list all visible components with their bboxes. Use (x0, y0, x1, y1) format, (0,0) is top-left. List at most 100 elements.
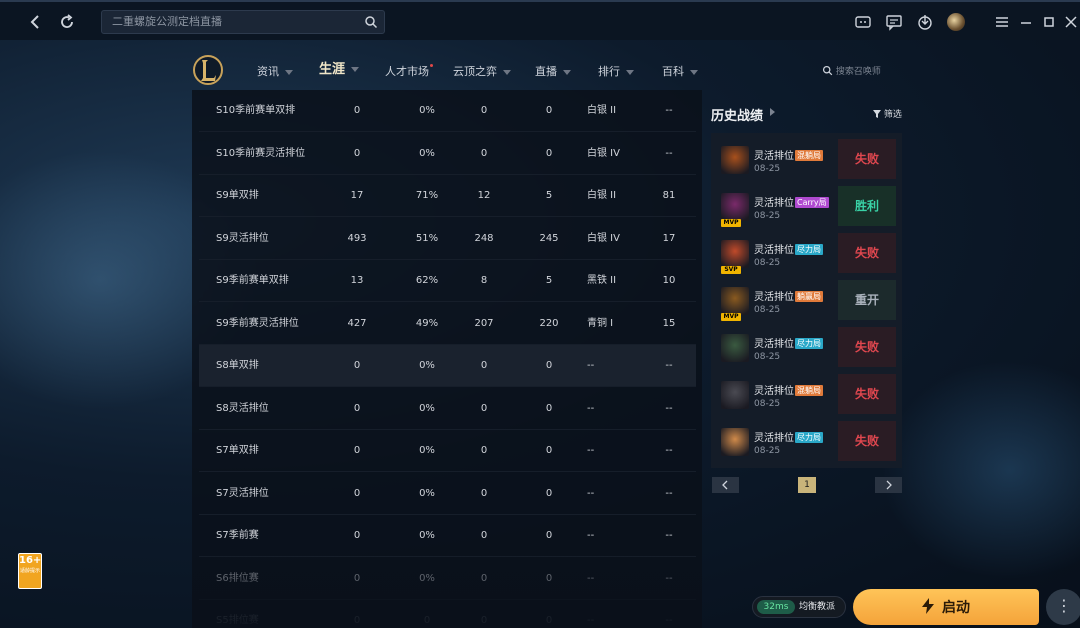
chevron-right-icon[interactable] (770, 108, 775, 116)
cell-lp: -- (665, 445, 673, 456)
cell-season: S8单双排 (216, 360, 259, 371)
match-item[interactable]: MVP 灵活排位 躺赢局 08-25 重开 (721, 280, 896, 321)
server-mode: 均衡教派 (799, 602, 836, 612)
nav-item-ranking[interactable]: 排行 (598, 64, 634, 80)
match-result: 失败 (838, 421, 896, 461)
table-row[interactable]: S9单双排 17 71% 12 5 白银 II 81 (199, 175, 696, 217)
cell-wins: 0 (480, 402, 488, 414)
nav-item-news[interactable]: 资讯 (257, 64, 293, 80)
table-row[interactable]: S6排位赛 0 0% 0 0 -- -- (199, 558, 696, 600)
nav-label: 排行 (598, 65, 620, 78)
title-bar: 二重螺旋公测定档直播 (0, 0, 1080, 40)
champion-icon[interactable] (721, 146, 749, 174)
match-item[interactable]: 灵活排位 混躺局 08-25 失败 (721, 374, 896, 414)
cell-season: S10季前赛灵活排位 (216, 147, 306, 159)
champion-icon[interactable]: MVP (721, 193, 749, 227)
nav-item-career[interactable]: 生涯 (319, 62, 360, 78)
table-row[interactable]: S7单双排 0 0% 0 0 -- -- (199, 430, 696, 472)
table-row[interactable]: S9季前赛灵活排位 427 49% 207 220 青铜 I 15 (199, 303, 696, 345)
summoner-search-placeholder: 搜索召唤师 (835, 67, 881, 77)
match-item[interactable]: 灵活排位 尽力局 08-25 失败 (721, 327, 896, 367)
gamepad-icon[interactable] (854, 13, 872, 31)
match-item[interactable]: 灵活排位 尽力局 08-25 失败 (721, 421, 896, 461)
search-input[interactable]: 二重螺旋公测定档直播 (101, 10, 385, 34)
cell-wins: 0 (480, 487, 488, 499)
match-mode: 灵活排位 尽力局 (754, 429, 823, 444)
table-row[interactable]: S7季前赛 0 0% 0 0 -- -- (199, 515, 696, 557)
cell-winrate: 0% (419, 402, 435, 414)
cell-losses: 5 (545, 190, 553, 201)
table-row[interactable]: S5排位赛 0 0 0 0 -- -- (199, 600, 696, 628)
maximize-icon[interactable] (1040, 13, 1058, 31)
match-mode: 灵活排位 尽力局 (754, 241, 823, 256)
champion-icon[interactable] (721, 334, 749, 362)
avatar[interactable] (947, 13, 965, 31)
champion-icon[interactable] (721, 381, 749, 409)
download-icon[interactable] (916, 13, 934, 31)
table-row[interactable]: S10季前赛灵活排位 0 0% 0 0 白银 IV -- (199, 133, 696, 175)
nav-item-talent-market[interactable]: 人才市场 (385, 64, 433, 80)
table-row[interactable]: S8灵活排位 0 0% 0 0 -- -- (199, 388, 696, 430)
page-number[interactable]: 1 (798, 477, 816, 493)
cell-wins: 0 (480, 615, 488, 626)
chevron-down-icon (351, 67, 360, 72)
cell-rank: 白银 II (587, 190, 617, 201)
cell-lp: 17 (662, 232, 676, 244)
menu-icon[interactable] (993, 13, 1011, 31)
table-row[interactable]: S7灵活排位 0 0% 0 0 -- -- (199, 473, 696, 515)
search-icon[interactable] (364, 15, 378, 29)
more-options-icon[interactable]: ⋮ (1046, 589, 1080, 625)
match-item[interactable]: SVP 灵活排位 尽力局 08-25 失败 (721, 233, 896, 274)
nav-item-wiki[interactable]: 百科 (662, 64, 698, 80)
chat-icon[interactable] (885, 13, 903, 31)
table-row[interactable]: S8单双排 0 0% 0 0 -- -- (199, 345, 696, 387)
page-prev-button[interactable] (712, 477, 739, 493)
launch-button[interactable]: 启动 (853, 589, 1039, 625)
refresh-icon[interactable] (57, 12, 77, 32)
cell-games: 0 (353, 105, 361, 116)
cell-season: S6排位赛 (216, 572, 259, 584)
cell-winrate: 0% (419, 105, 435, 116)
history-title[interactable]: 历史战绩 (711, 105, 763, 124)
summoner-search[interactable]: 搜索召唤师 (822, 64, 881, 77)
match-item[interactable]: MVP 灵活排位 Carry局 08-25 胜利 (721, 186, 896, 227)
mvp-badge: MVP (721, 313, 741, 321)
match-mode-label: 灵活排位 (754, 151, 794, 162)
champion-icon[interactable]: MVP (721, 287, 749, 321)
match-item[interactable]: 灵活排位 混躺局 08-25 失败 (721, 139, 896, 179)
cell-rank: -- (587, 445, 595, 456)
champion-icon[interactable] (721, 428, 749, 456)
back-icon[interactable] (26, 12, 46, 32)
match-mode: 灵活排位 Carry局 (754, 194, 829, 209)
match-result: 胜利 (838, 186, 896, 226)
age-rating-badge[interactable]: 16+ 适龄提示 (18, 553, 42, 589)
lol-logo[interactable] (192, 54, 224, 86)
cell-lp: -- (665, 402, 673, 414)
table-row[interactable]: S9灵活排位 493 51% 248 245 白银 IV 17 (199, 218, 696, 260)
cell-games: 0 (353, 487, 361, 499)
cell-games: 0 (353, 402, 361, 414)
table-row[interactable]: S9季前赛单双排 13 62% 8 5 黑铁 II 10 (199, 260, 696, 302)
champion-icon[interactable]: SVP (721, 240, 749, 274)
server-status[interactable]: 32ms 均衡教派 (752, 596, 846, 618)
minimize-icon[interactable] (1017, 13, 1035, 31)
nav-label: 生涯 (319, 62, 346, 77)
cell-rank: 白银 IV (587, 232, 620, 244)
launch-label: 启动 (942, 600, 970, 616)
cell-winrate: 51% (415, 232, 439, 244)
cell-rank: -- (587, 530, 595, 541)
cell-losses: 0 (545, 360, 553, 371)
cell-rank: 白银 II (587, 105, 617, 116)
filter-button[interactable]: 筛选 (873, 107, 902, 120)
page-next-button[interactable] (875, 477, 902, 493)
match-result: 失败 (838, 327, 896, 367)
table-row[interactable]: S10季前赛单双排 0 0% 0 0 白银 II -- (199, 90, 696, 132)
close-icon[interactable] (1062, 13, 1080, 31)
nav-item-live[interactable]: 直播 (535, 64, 571, 80)
cell-rank: -- (587, 572, 595, 584)
cell-wins: 0 (480, 572, 488, 584)
nav-item-tft[interactable]: 云顶之弈 (453, 64, 511, 80)
cell-lp: -- (665, 530, 673, 541)
cell-rank: -- (587, 402, 595, 414)
match-date: 08-25 (754, 446, 781, 456)
